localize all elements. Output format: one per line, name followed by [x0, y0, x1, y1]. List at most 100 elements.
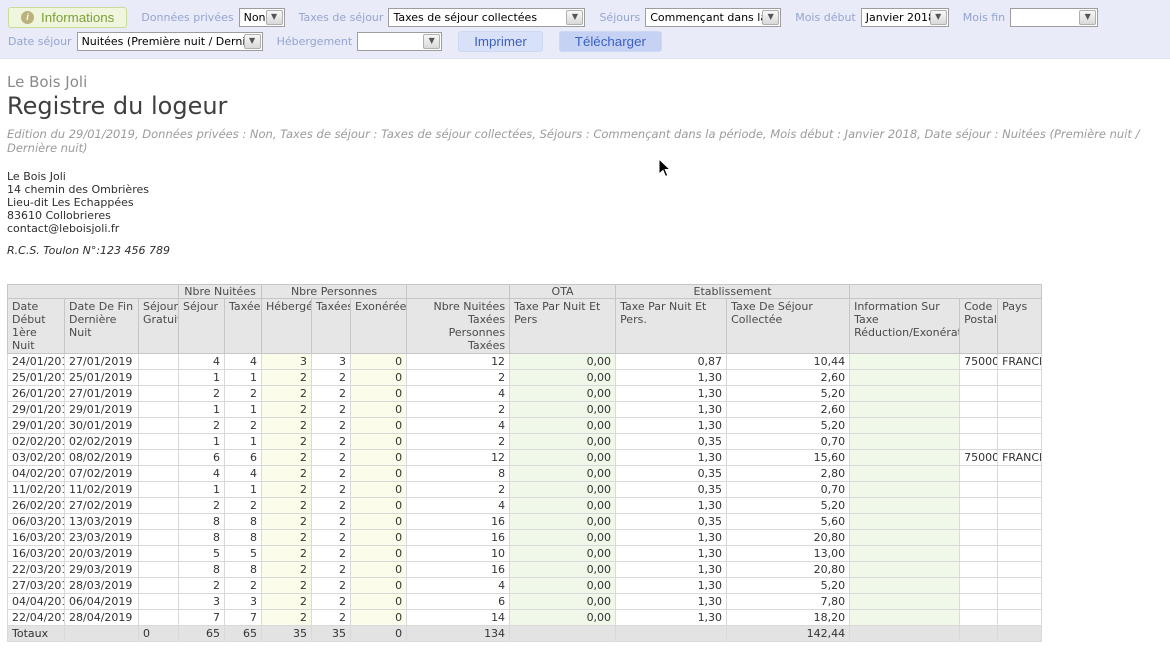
mois-fin-label: Mois fin [963, 11, 1005, 24]
table-cell [850, 610, 960, 626]
date-sejour-select[interactable]: Nuitées (Première nuit / Dernière nuit) … [77, 32, 263, 51]
telecharger-button[interactable]: Télécharger [559, 31, 662, 52]
group-header-row: Nbre Nuitées Nbre Personnes OTA Etabliss… [8, 285, 1042, 299]
table-cell: 0,35 [616, 434, 727, 450]
table-cell: 2 [312, 514, 351, 530]
table-cell: 1 [225, 370, 262, 386]
donnees-privees-value: Non [240, 11, 266, 24]
table-cell: 2 [262, 370, 312, 386]
imprimer-button[interactable]: Imprimer [458, 31, 543, 52]
table-cell: 1,30 [616, 402, 727, 418]
table-row: 22/04/201928/04/201977220140,001,3018,20 [8, 610, 1042, 626]
totals-cell [998, 626, 1042, 642]
table-row: 29/01/201929/01/20191122020,001,302,60 [8, 402, 1042, 418]
table-cell: 0 [351, 610, 407, 626]
totals-cell: 134 [407, 626, 510, 642]
mois-debut-select[interactable]: Janvier 2018 ▼ [861, 8, 949, 27]
table-cell: 2 [312, 402, 351, 418]
table-cell [850, 578, 960, 594]
table-cell [850, 546, 960, 562]
establishment-subtitle: Le Bois Joli [7, 73, 1170, 91]
table-cell: 25/01/2019 [65, 370, 139, 386]
table-cell: 0 [351, 370, 407, 386]
chevron-down-icon: ▼ [566, 10, 583, 25]
table-row: 06/03/201913/03/201988220160,000,355,60 [8, 514, 1042, 530]
table-cell: 8 [225, 514, 262, 530]
table-cell: 18,20 [727, 610, 850, 626]
group-header [407, 285, 510, 299]
table-cell: 8 [179, 514, 225, 530]
table-cell [850, 466, 960, 482]
table-cell: 2,80 [727, 466, 850, 482]
table-cell: 25/01/2019 [8, 370, 65, 386]
table-cell: 0,87 [616, 354, 727, 370]
establishment-email: contact@leboisjoli.fr [7, 222, 1170, 235]
table-cell: 0 [351, 530, 407, 546]
table-cell: 2 [312, 418, 351, 434]
table-cell: 15,60 [727, 450, 850, 466]
table-cell: 1,30 [616, 418, 727, 434]
table-cell: 08/02/2019 [65, 450, 139, 466]
table-cell: 0,00 [510, 450, 616, 466]
totals-cell: 65 [225, 626, 262, 642]
table-cell: 2 [312, 370, 351, 386]
table-cell: 8 [179, 530, 225, 546]
table-cell: 8 [407, 466, 510, 482]
table-cell: 29/03/2019 [65, 562, 139, 578]
table-cell: 2,60 [727, 402, 850, 418]
table-cell [139, 546, 179, 562]
table-cell [850, 450, 960, 466]
table-row: 11/02/201911/02/20191122020,000,350,70 [8, 482, 1042, 498]
date-sejour-value: Nuitées (Première nuit / Dernière nuit) [78, 35, 244, 48]
table-cell [850, 498, 960, 514]
table-cell: 28/04/2019 [65, 610, 139, 626]
table-cell [139, 402, 179, 418]
sejours-select[interactable]: Commençant dans la période ▼ [645, 8, 781, 27]
table-cell: 26/02/2019 [8, 498, 65, 514]
page-title: Registre du logeur [7, 92, 1170, 120]
table-cell: 13,00 [727, 546, 850, 562]
table-cell [850, 562, 960, 578]
table-cell: 12 [407, 450, 510, 466]
totals-cell: 142,44 [727, 626, 850, 642]
table-cell [960, 370, 998, 386]
table-cell: 4 [225, 466, 262, 482]
taxes-sejour-select[interactable]: Taxes de séjour collectées ▼ [388, 8, 585, 27]
table-cell: 2,60 [727, 370, 850, 386]
table-cell: 4 [407, 418, 510, 434]
table-row: 03/02/201908/02/201966220120,001,3015,60… [8, 450, 1042, 466]
table-cell: 29/01/2019 [8, 418, 65, 434]
table-cell: 22/03/2019 [8, 562, 65, 578]
table-cell: 0 [351, 434, 407, 450]
informations-button[interactable]: i Informations [8, 7, 127, 28]
hebergement-select[interactable]: ▼ [357, 32, 442, 51]
table-row: 22/03/201929/03/201988220160,001,3020,80 [8, 562, 1042, 578]
table-cell: 02/02/2019 [65, 434, 139, 450]
table-cell: 0,00 [510, 418, 616, 434]
table-cell: 0 [351, 386, 407, 402]
chevron-down-icon: ▼ [244, 34, 261, 49]
group-header [8, 285, 179, 299]
table-cell [960, 594, 998, 610]
chevron-down-icon: ▼ [930, 10, 947, 25]
table-cell: 1 [179, 402, 225, 418]
table-row: 04/04/201906/04/20193322060,001,307,80 [8, 594, 1042, 610]
table-cell [850, 434, 960, 450]
table-cell: 06/03/2019 [8, 514, 65, 530]
table-cell [139, 498, 179, 514]
registre-table: Nbre Nuitées Nbre Personnes OTA Etabliss… [7, 284, 1042, 642]
table-cell: 2 [407, 370, 510, 386]
table-cell: 2 [312, 562, 351, 578]
table-cell: 6 [179, 450, 225, 466]
donnees-privees-select[interactable]: Non ▼ [239, 8, 285, 27]
table-row: 16/03/201923/03/201988220160,001,3020,80 [8, 530, 1042, 546]
table-cell: 1,30 [616, 530, 727, 546]
table-cell: 2 [262, 482, 312, 498]
column-header-exonerees: Exonérées [351, 299, 407, 354]
table-cell [960, 546, 998, 562]
table-cell: 2 [312, 610, 351, 626]
table-cell [960, 482, 998, 498]
mois-fin-select[interactable]: ▼ [1010, 8, 1098, 27]
table-cell [139, 514, 179, 530]
table-cell: 06/04/2019 [65, 594, 139, 610]
